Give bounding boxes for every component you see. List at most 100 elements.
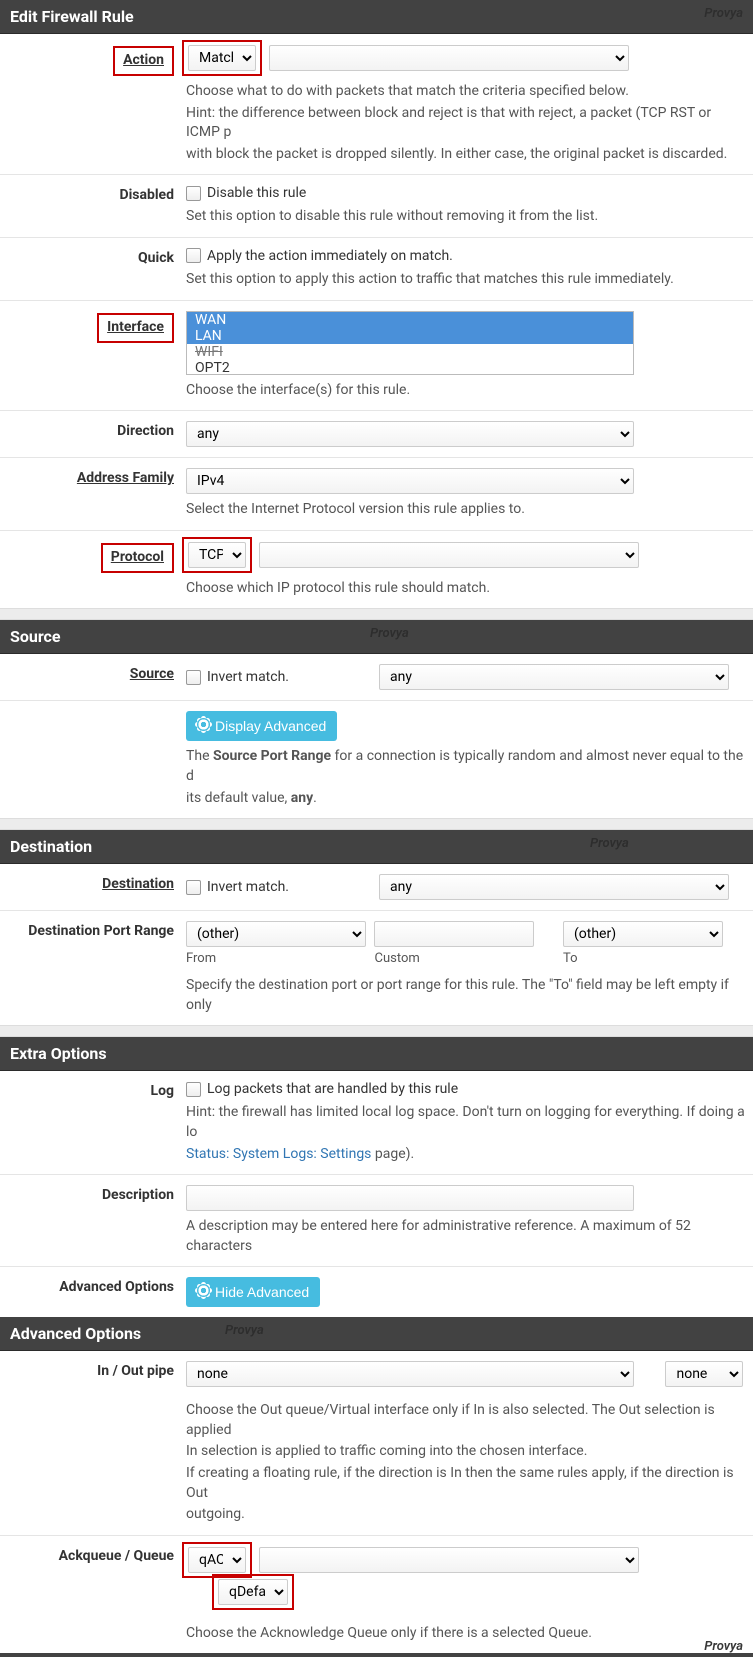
label-advanced-options: Advanced Options xyxy=(0,1275,186,1299)
protocol-select[interactable]: TCP xyxy=(188,542,246,568)
dest-port-custom-sub: Custom xyxy=(374,951,559,966)
dest-port-hint: Specify the destination port or port ran… xyxy=(186,976,747,1015)
label-direction: Direction xyxy=(0,419,186,443)
queue-hint: Choose the Acknowledge Queue only if the… xyxy=(186,1624,747,1644)
af-select[interactable]: IPv4 xyxy=(186,468,634,494)
row-af: Address Family IPv4 Select the Internet … xyxy=(0,457,753,530)
label-protocol: Protocol xyxy=(0,539,186,577)
label-interface: Interface xyxy=(0,309,186,347)
display-advanced-button[interactable]: Display Advanced xyxy=(186,711,337,741)
disabled-hint: Set this option to disable this rule wit… xyxy=(186,207,747,227)
log-checkbox-label: Log packets that are handled by this rul… xyxy=(207,1081,458,1097)
section-source-title: Source xyxy=(10,627,61,646)
interface-option-wan[interactable]: WAN xyxy=(187,312,633,328)
row-dest: Destination Invert match. any xyxy=(0,864,753,910)
row-quick: Quick Apply the action immediately on ma… xyxy=(0,237,753,300)
hide-advanced-button[interactable]: Hide Advanced xyxy=(186,1277,320,1307)
row-source: Source Invert match. any xyxy=(0,654,753,700)
source-invert-label: Invert match. xyxy=(207,669,289,685)
log-checkbox[interactable] xyxy=(186,1082,201,1097)
dest-invert-checkbox[interactable] xyxy=(186,880,201,895)
row-dest-port: Destination Port Range (other) From Cust… xyxy=(0,910,753,1025)
section-dest-title: Destination xyxy=(10,837,92,856)
description-hint: A description may be entered here for ad… xyxy=(186,1217,747,1256)
row-direction: Direction any xyxy=(0,410,753,457)
section-source-header: Source Provya xyxy=(0,620,753,654)
row-disabled: Disabled Disable this rule Set this opti… xyxy=(0,174,753,237)
label-description: Description xyxy=(0,1183,186,1207)
queue-select[interactable]: qDefaut xyxy=(218,1579,288,1605)
label-action: Action xyxy=(0,42,186,80)
source-hint1: The Source Port Range for a connection i… xyxy=(186,747,747,786)
af-hint: Select the Internet Protocol version thi… xyxy=(186,500,747,520)
log-settings-link[interactable]: Status: System Logs: Settings xyxy=(186,1146,371,1162)
label-pipe: In / Out pipe xyxy=(0,1359,186,1383)
label-queue: Ackqueue / Queue xyxy=(0,1544,186,1568)
row-action: Action Match Choose what to do with pack… xyxy=(0,34,753,174)
quick-checkbox-label: Apply the action immediately on match. xyxy=(207,248,453,264)
label-quick: Quick xyxy=(0,246,186,270)
action-hint1: Choose what to do with packets that matc… xyxy=(186,82,747,102)
pipe-hint4: outgoing. xyxy=(186,1505,747,1525)
action-hint3: with block the packet is dropped silentl… xyxy=(186,145,747,165)
dest-port-to-select[interactable]: (other) xyxy=(563,921,723,947)
section-edit-header: Edit Firewall Rule Provya xyxy=(0,0,753,34)
pipe-out-select[interactable]: none xyxy=(665,1361,743,1387)
pipe-hint1: Choose the Out queue/Virtual interface o… xyxy=(186,1401,747,1440)
label-log: Log xyxy=(0,1079,186,1103)
quick-checkbox[interactable] xyxy=(186,248,201,263)
disabled-checkbox-label: Disable this rule xyxy=(207,185,306,201)
source-select[interactable]: any xyxy=(379,664,729,690)
section-extra-title: Extra Options xyxy=(10,1044,107,1063)
ackqueue-select[interactable]: qACK xyxy=(188,1547,246,1573)
description-input[interactable] xyxy=(186,1185,634,1211)
label-dest-port: Destination Port Range xyxy=(0,919,186,943)
row-interface: Interface WAN LAN WIFI OPT2 Choose the i… xyxy=(0,300,753,411)
gear-icon xyxy=(197,718,210,734)
watermark: Provya xyxy=(704,1639,743,1654)
section-adv-header: Advanced Options Provya xyxy=(0,1317,753,1351)
interface-option-wifi[interactable]: WIFI xyxy=(187,344,633,360)
row-protocol: Protocol TCP Choose which IP protocol th… xyxy=(0,530,753,609)
section-dest-header: Destination Provya xyxy=(0,830,753,864)
label-disabled: Disabled xyxy=(0,183,186,207)
watermark: Provya xyxy=(225,1323,264,1338)
label-af: Address Family xyxy=(0,466,186,490)
separator xyxy=(0,818,753,830)
pipe-in-select[interactable]: none xyxy=(186,1361,634,1387)
direction-select[interactable]: any xyxy=(186,421,634,447)
section-edit-title: Edit Firewall Rule xyxy=(10,7,134,26)
dest-select[interactable]: any xyxy=(379,874,729,900)
row-advanced-options: Advanced Options Hide Advanced xyxy=(0,1266,753,1317)
label-source: Source xyxy=(0,662,186,686)
section-extra-header: Extra Options xyxy=(0,1037,753,1071)
dest-port-from-select[interactable]: (other) xyxy=(186,921,366,947)
row-description: Description A description may be entered… xyxy=(0,1174,753,1266)
pipe-hint2: In selection is applied to traffic comin… xyxy=(186,1442,747,1462)
watermark: Provya xyxy=(370,626,409,641)
gear-icon xyxy=(197,1284,210,1300)
interface-multiselect[interactable]: WAN LAN WIFI OPT2 xyxy=(186,311,634,375)
interface-option-lan[interactable]: LAN xyxy=(187,328,633,344)
dest-port-to-sub: To xyxy=(563,951,728,966)
action-select-wide[interactable] xyxy=(269,45,629,71)
log-hint: Hint: the firewall has limited local log… xyxy=(186,1103,747,1142)
interface-hint: Choose the interface(s) for this rule. xyxy=(186,381,747,401)
interface-option-opt2[interactable]: OPT2 xyxy=(187,360,633,375)
source-hint2: its default value, any. xyxy=(186,789,747,809)
dest-invert-label: Invert match. xyxy=(207,879,289,895)
protocol-select-wide[interactable] xyxy=(259,542,639,568)
watermark: Provya xyxy=(590,836,629,851)
row-log: Log Log packets that are handled by this… xyxy=(0,1071,753,1174)
protocol-hint: Choose which IP protocol this rule shoul… xyxy=(186,579,747,599)
separator xyxy=(0,1025,753,1037)
action-hint2: Hint: the difference between block and r… xyxy=(186,104,747,143)
dest-port-custom-input[interactable] xyxy=(374,921,534,947)
source-invert-checkbox[interactable] xyxy=(186,670,201,685)
action-select[interactable]: Match xyxy=(188,45,256,71)
row-queue: Ackqueue / Queue qACK qDefaut Choose the… xyxy=(0,1535,753,1654)
section-adv-title: Advanced Options xyxy=(10,1324,141,1343)
ackqueue-wide[interactable] xyxy=(259,1547,639,1573)
disabled-checkbox[interactable] xyxy=(186,186,201,201)
label-dest: Destination xyxy=(0,872,186,896)
